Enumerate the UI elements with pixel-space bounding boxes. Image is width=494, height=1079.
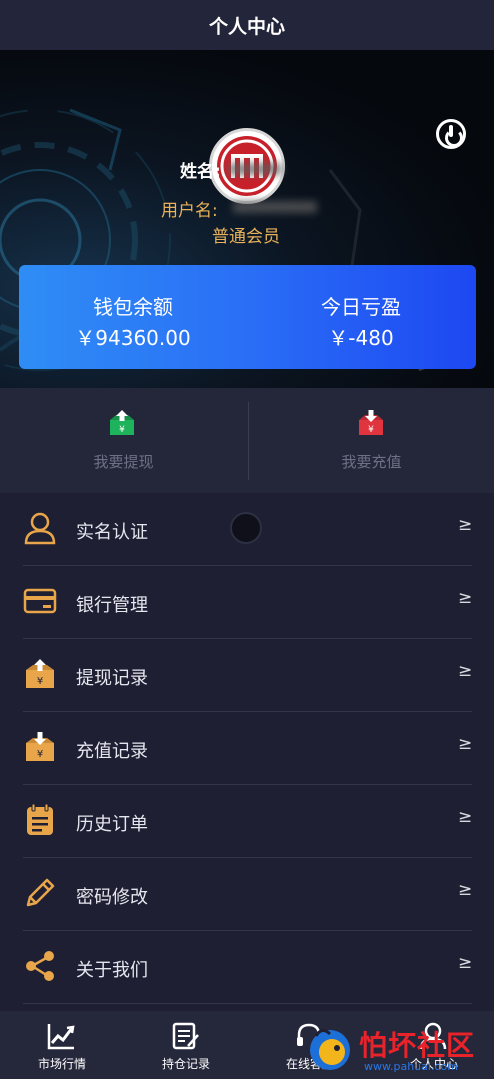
wallet-card: 钱包余额 ￥94360.00 今日亏盈 ￥-480 [19, 265, 476, 369]
recharge-record-icon: ¥ [26, 732, 54, 761]
username-value-redacted [233, 201, 317, 213]
svg-text:¥: ¥ [37, 676, 43, 687]
svg-text:¥: ¥ [368, 425, 374, 435]
watermark-text: 怕坏社区 [359, 1029, 476, 1062]
quick-actions: ¥ 我要提现 ¥ 我要充值 [0, 388, 494, 493]
name-value-redacted [228, 163, 282, 175]
menu-item-order-history[interactable]: 历史订单 ≥ [0, 785, 494, 858]
pencil-icon [26, 878, 55, 907]
chevron-right-icon: ≥ [458, 953, 473, 973]
chevron-right-icon: ≥ [458, 880, 473, 900]
withdraw-record-icon: ¥ [26, 659, 54, 688]
chart-icon [47, 1024, 75, 1050]
menu-item-label: 历史订单 [76, 814, 148, 835]
share-icon [26, 951, 54, 981]
tab-label: 市场行情 [37, 1057, 86, 1071]
menu-item-recharge-records[interactable]: ¥ 充值记录 ≥ [0, 712, 494, 785]
floating-dot [230, 512, 262, 544]
svg-text:¥: ¥ [119, 425, 125, 435]
bank-card-icon [23, 588, 57, 614]
menu-item-label: 密码修改 [76, 887, 148, 908]
menu-item-label: 银行管理 [76, 595, 148, 616]
menu-item-label: 充值记录 [76, 741, 148, 762]
wallet-balance: 钱包余额 ￥94360.00 [19, 265, 247, 369]
menu-item-label: 实名认证 [76, 522, 148, 543]
watermark: 怕坏社区 www.pahuai.com [300, 1018, 494, 1078]
order-list-icon [27, 803, 53, 835]
page-title: 个人中心 [208, 15, 285, 38]
top-bar: 个人中心 [0, 0, 494, 50]
recharge-button[interactable]: ¥ 我要充值 [248, 388, 494, 493]
chevron-right-icon: ≥ [458, 588, 473, 608]
menu-divider [23, 1003, 472, 1004]
menu-item-change-password[interactable]: 密码修改 ≥ [0, 858, 494, 931]
menu-item-withdraw-records[interactable]: ¥ 提现记录 ≥ [0, 639, 494, 712]
today-pnl-label: 今日亏盈 [321, 295, 401, 319]
document-edit-icon [172, 1022, 199, 1050]
wallet-balance-value: ￥94360.00 [75, 326, 191, 350]
watermark-url: www.pahuai.com [364, 1060, 458, 1073]
logout-power-icon[interactable] [436, 119, 466, 149]
recharge-icon: ¥ [359, 410, 383, 435]
menu-item-bank-management[interactable]: 银行管理 ≥ [0, 566, 494, 639]
svg-text:¥: ¥ [37, 749, 43, 760]
today-pnl: 今日亏盈 ￥-480 [247, 265, 475, 369]
mascot-logo-icon [310, 1029, 350, 1070]
chevron-right-icon: ≥ [458, 661, 473, 681]
withdraw-button[interactable]: ¥ 我要提现 [0, 388, 247, 493]
tab-positions[interactable]: 持仓记录 [124, 1011, 248, 1079]
menu-item-label: 提现记录 [76, 668, 148, 689]
tab-market[interactable]: 市场行情 [0, 1011, 124, 1079]
withdraw-label: 我要提现 [93, 453, 154, 471]
username-label: 用户名: [161, 201, 218, 221]
withdraw-icon: ¥ [110, 410, 134, 435]
menu-item-about-us[interactable]: 关于我们 ≥ [0, 931, 494, 1004]
chevron-right-icon: ≥ [458, 515, 473, 535]
today-pnl-value: ￥-480 [328, 326, 394, 350]
chevron-right-icon: ≥ [458, 734, 473, 754]
tab-label: 持仓记录 [161, 1057, 210, 1071]
member-level: 普通会员 [212, 227, 280, 247]
recharge-label: 我要充值 [341, 453, 402, 471]
chevron-right-icon: ≥ [458, 807, 473, 827]
name-label: 姓名: [180, 162, 221, 182]
menu-item-label: 关于我们 [76, 960, 148, 981]
wallet-balance-label: 钱包余额 [93, 295, 173, 319]
user-icon [24, 512, 56, 545]
